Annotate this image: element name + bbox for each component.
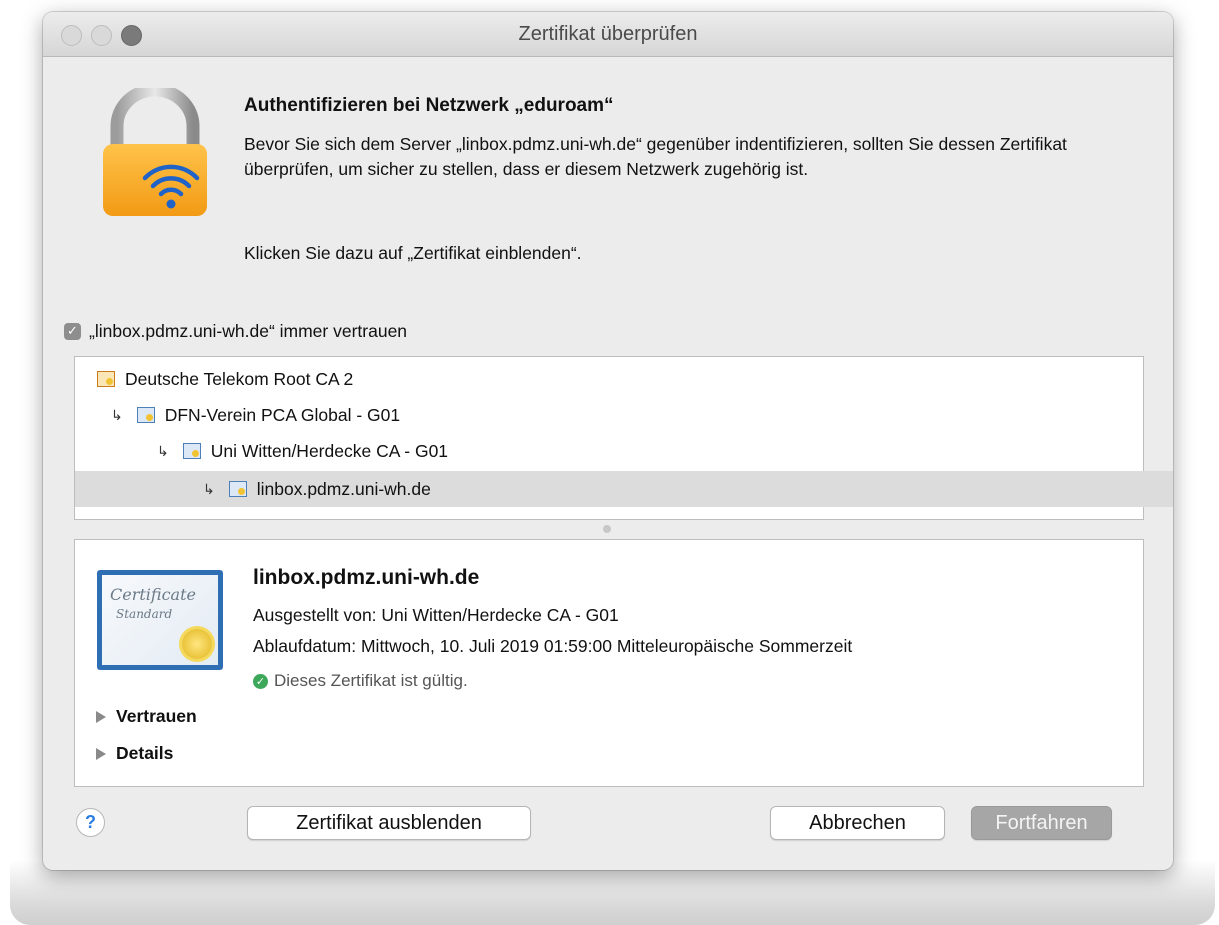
dialog-instruction: Klicken Sie dazu auf „Zertifikat einblen… <box>244 243 582 263</box>
always-trust-row[interactable]: ✓ „linbox.pdmz.uni-wh.de“ immer vertraue… <box>64 318 407 344</box>
continue-button[interactable]: Fortfahren <box>971 806 1112 840</box>
wifi-lock-icon <box>103 88 207 216</box>
details-disclosure-label: Details <box>116 743 174 763</box>
child-arrow-icon: ↳ <box>111 406 123 423</box>
disclosure-triangle-icon <box>96 747 106 760</box>
child-arrow-icon: ↳ <box>157 442 169 459</box>
seal-icon <box>182 629 212 659</box>
chain-item-intermediate-2[interactable]: ↳ Uni Witten/Herdecke CA - G01 <box>75 433 1173 469</box>
certificate-issuer: Ausgestellt von: Uni Witten/Herdecke CA … <box>253 605 619 625</box>
certificate-icon <box>136 407 155 423</box>
split-view-handle[interactable] <box>603 525 611 533</box>
certificate-expiry: Ablaufdatum: Mittwoch, 10. Juli 2019 01:… <box>253 636 853 656</box>
chain-item-label: DFN-Verein PCA Global - G01 <box>164 404 401 425</box>
certificate-icon <box>228 481 247 497</box>
trust-disclosure[interactable]: Vertrauen <box>96 706 197 727</box>
root-certificate-icon <box>97 371 115 387</box>
trust-disclosure-label: Vertrauen <box>116 706 197 726</box>
chain-item-root[interactable]: Deutsche Telekom Root CA 2 <box>75 361 1165 397</box>
disclosure-triangle-icon <box>96 710 106 723</box>
certificate-dialog: Zertifikat überprüfen Authentifizieren b… <box>43 12 1173 870</box>
chain-item-label: Uni Witten/Herdecke CA - G01 <box>210 440 449 461</box>
help-button[interactable]: ? <box>76 808 105 837</box>
chain-item-label: linbox.pdmz.uni-wh.de <box>256 478 431 499</box>
certificate-status: ✓ Dieses Zertifikat ist gültig. <box>253 671 468 691</box>
certificate-status-text: Dieses Zertifikat ist gültig. <box>274 671 468 690</box>
certificate-name: linbox.pdmz.uni-wh.de <box>253 566 480 589</box>
chain-item-leaf[interactable]: ↳ linbox.pdmz.uni-wh.de <box>75 471 1173 507</box>
details-disclosure[interactable]: Details <box>96 743 173 764</box>
dialog-heading: Authentifizieren bei Netzwerk „eduroam“ <box>244 95 614 116</box>
checkmark-icon: ✓ <box>253 673 268 689</box>
cancel-button[interactable]: Abbrechen <box>770 806 945 840</box>
hide-certificate-button[interactable]: Zertifikat ausblenden <box>247 806 531 840</box>
certificate-detail-panel: Certificate Standard linbox.pdmz.uni-wh.… <box>74 539 1144 787</box>
always-trust-checkbox[interactable]: ✓ <box>64 322 81 340</box>
certificate-chain-list[interactable]: Deutsche Telekom Root CA 2 ↳ DFN-Verein … <box>74 356 1173 520</box>
always-trust-label: „linbox.pdmz.uni-wh.de“ immer vertrauen <box>89 320 408 341</box>
chain-item-intermediate-1[interactable]: ↳ DFN-Verein PCA Global - G01 <box>75 397 1173 433</box>
chain-item-label: Deutsche Telekom Root CA 2 <box>125 368 354 389</box>
certificate-icon-subtext: Standard <box>116 607 173 621</box>
child-arrow-icon: ↳ <box>203 480 215 497</box>
dialog-description: Bevor Sie sich dem Server „linbox.pdmz.u… <box>244 134 1067 179</box>
certificate-icon-text: Certificate <box>110 585 196 604</box>
certificate-icon <box>182 443 201 459</box>
certificate-large-icon: Certificate Standard <box>97 570 223 670</box>
window-title: Zertifikat überprüfen <box>518 23 698 45</box>
title-bar: Zertifikat überprüfen <box>43 12 1173 57</box>
